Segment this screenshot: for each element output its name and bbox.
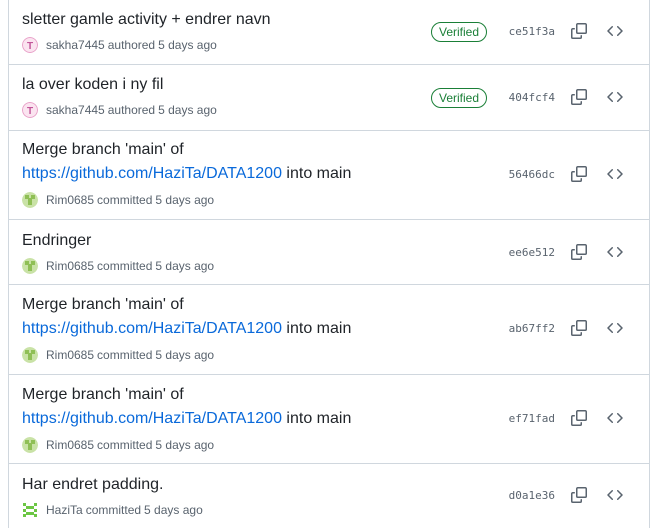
browse-code-button[interactable]	[603, 240, 627, 264]
author-name[interactable]: Rim0685	[46, 259, 94, 273]
author-name[interactable]: sakha7445	[46, 38, 105, 52]
commit-sha[interactable]: ce51f3a	[509, 25, 555, 38]
commit-row: Merge branch 'main' of https://github.co…	[9, 375, 649, 464]
author-name[interactable]: Rim0685	[46, 438, 94, 452]
copy-icon	[571, 23, 587, 39]
commit-title[interactable]: sletter gamle activity + endrer navn	[22, 8, 271, 32]
commit-title-link[interactable]: https://github.com/HaziTa/DATA1200	[22, 165, 282, 182]
commit-time: 5 days ago	[155, 193, 215, 207]
commit-time: 5 days ago	[158, 103, 217, 117]
avatar[interactable]: T	[22, 37, 38, 53]
browse-code-button[interactable]	[603, 162, 627, 186]
commit-action: committed	[85, 503, 142, 517]
browse-code-button[interactable]	[603, 316, 627, 340]
browse-code-button[interactable]	[603, 85, 627, 109]
commit-title-suffix: into main	[281, 410, 352, 427]
avatar[interactable]	[22, 437, 38, 453]
commit-title-link[interactable]: https://github.com/HaziTa/DATA1200	[22, 410, 282, 427]
copy-icon	[571, 89, 587, 105]
commit-title[interactable]: la over koden i ny fil	[22, 73, 163, 97]
browse-code-button[interactable]	[603, 483, 627, 507]
commit-time: 5 days ago	[155, 259, 215, 273]
commit-meta: HaziTa committed 5 days ago	[22, 501, 203, 519]
commit-meta: T sakha7445 authored 5 days ago	[22, 101, 217, 119]
copy-sha-button[interactable]	[567, 19, 591, 43]
commit-sha[interactable]: ef71fad	[509, 412, 555, 425]
commit-title[interactable]: Endringer	[22, 229, 91, 253]
commit-title[interactable]: Merge branch 'main' of https://github.co…	[22, 293, 351, 341]
svg-text:T: T	[27, 41, 33, 52]
commit-title-suffix: into main	[281, 320, 352, 337]
verified-badge[interactable]: Verified	[431, 22, 488, 42]
copy-sha-button[interactable]	[567, 483, 591, 507]
commit-meta: Rim0685 committed 5 days ago	[22, 191, 214, 209]
copy-sha-button[interactable]	[567, 406, 591, 430]
code-icon	[607, 322, 623, 334]
commit-action: committed	[97, 259, 153, 273]
copy-sha-button[interactable]	[567, 240, 591, 264]
commit-title-prefix: Merge branch 'main' of	[22, 141, 184, 158]
browse-code-button[interactable]	[603, 406, 627, 430]
commit-meta: Rim0685 committed 5 days ago	[22, 346, 214, 364]
code-icon	[607, 91, 623, 103]
author-name[interactable]: Rim0685	[46, 348, 94, 362]
commit-row: sletter gamle activity + endrer navn T s…	[9, 0, 649, 65]
commit-meta: T sakha7445 authored 5 days ago	[22, 36, 217, 54]
commit-list: sletter gamle activity + endrer navn T s…	[8, 0, 650, 528]
commit-title[interactable]: Merge branch 'main' of https://github.co…	[22, 138, 351, 186]
copy-icon	[571, 320, 587, 336]
commit-title[interactable]: Merge branch 'main' of https://github.co…	[22, 383, 351, 431]
commit-row: Endringer Rim0685 committed 5 days ago e…	[9, 220, 649, 285]
commit-title-suffix: into main	[281, 165, 352, 182]
commit-action: committed	[97, 193, 153, 207]
avatar[interactable]	[22, 502, 38, 518]
copy-icon	[571, 244, 587, 260]
commit-time: 5 days ago	[158, 38, 217, 52]
avatar[interactable]: T	[22, 102, 38, 118]
copy-icon	[571, 166, 587, 182]
commit-time: 5 days ago	[155, 438, 215, 452]
commit-sha[interactable]: d0a1e36	[509, 489, 555, 502]
commit-title-link[interactable]: https://github.com/HaziTa/DATA1200	[22, 320, 282, 337]
copy-icon	[571, 410, 587, 426]
commit-sha[interactable]: ee6e512	[509, 246, 555, 259]
svg-text:T: T	[27, 106, 33, 117]
commit-time: 5 days ago	[155, 348, 215, 362]
code-icon	[607, 489, 623, 501]
commit-sha[interactable]: 404fcf4	[509, 91, 555, 104]
avatar[interactable]	[22, 347, 38, 363]
code-icon	[607, 246, 623, 258]
commit-title-prefix: Merge branch 'main' of	[22, 296, 184, 313]
copy-sha-button[interactable]	[567, 316, 591, 340]
commit-row: Har endret padding. HaziTa committed 5 d…	[9, 464, 649, 528]
commit-row: la over koden i ny fil T sakha7445 autho…	[9, 65, 649, 131]
commit-sha[interactable]: 56466dc	[509, 168, 555, 181]
author-name[interactable]: sakha7445	[46, 103, 105, 117]
commit-sha[interactable]: ab67ff2	[509, 322, 555, 335]
author-name[interactable]: Rim0685	[46, 193, 94, 207]
commit-row: Merge branch 'main' of https://github.co…	[9, 131, 649, 220]
commit-action: committed	[97, 438, 153, 452]
code-icon	[607, 168, 623, 180]
commit-action: committed	[97, 348, 153, 362]
copy-sha-button[interactable]	[567, 85, 591, 109]
code-icon	[607, 25, 623, 37]
browse-code-button[interactable]	[603, 19, 627, 43]
avatar[interactable]	[22, 258, 38, 274]
avatar[interactable]	[22, 192, 38, 208]
copy-sha-button[interactable]	[567, 162, 591, 186]
verified-badge[interactable]: Verified	[431, 88, 488, 108]
commit-row: Merge branch 'main' of https://github.co…	[9, 285, 649, 375]
commit-meta: Rim0685 committed 5 days ago	[22, 257, 214, 275]
commit-title-prefix: Merge branch 'main' of	[22, 386, 184, 403]
code-icon	[607, 412, 623, 424]
commit-time: 5 days ago	[144, 503, 203, 517]
commit-title[interactable]: Har endret padding.	[22, 473, 163, 497]
commit-action: authored	[107, 38, 156, 52]
author-name[interactable]: HaziTa	[46, 503, 83, 517]
commit-meta: Rim0685 committed 5 days ago	[22, 436, 214, 454]
commit-action: authored	[107, 103, 156, 117]
copy-icon	[571, 487, 587, 503]
